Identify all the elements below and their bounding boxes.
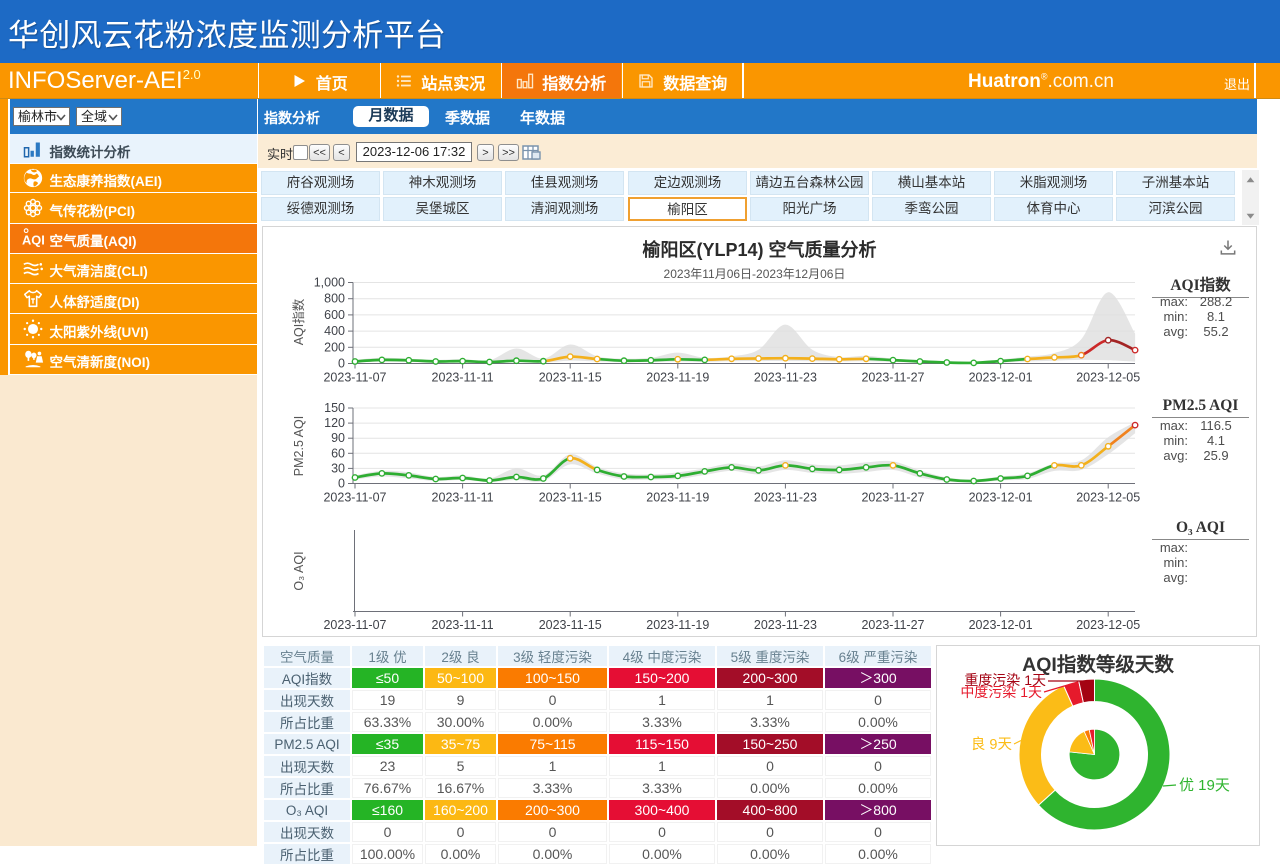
svg-text:AQI指数: AQI指数 (291, 298, 306, 345)
svg-text:200: 200 (324, 340, 345, 354)
svg-text:0: 0 (338, 357, 345, 371)
svg-text:2023-12-05: 2023-12-05 (1076, 371, 1140, 385)
svg-text:PM2.5 AQI: PM2.5 AQI (292, 416, 306, 476)
svg-text:O₃ AQI: O₃ AQI (292, 551, 306, 590)
svg-text:2023-11-23: 2023-11-23 (754, 491, 817, 505)
svg-text:2023-11-11: 2023-11-11 (432, 371, 494, 385)
svg-text:120: 120 (324, 416, 345, 430)
svg-text:良 9天: 良 9天 (971, 736, 1012, 753)
svg-text:1,000: 1,000 (314, 276, 345, 290)
svg-text:AQI: AQI (22, 233, 44, 248)
svg-text:800: 800 (324, 292, 345, 306)
svg-text:2023-12-05: 2023-12-05 (1076, 491, 1140, 505)
svg-text:2023-11-15: 2023-11-15 (539, 371, 602, 385)
svg-text:0: 0 (338, 477, 345, 491)
svg-text:2023-12-01: 2023-12-01 (969, 491, 1033, 505)
svg-text:2023-11-15: 2023-11-15 (539, 491, 602, 505)
svg-text:2023-11-11: 2023-11-11 (432, 618, 494, 632)
svg-text:中度污染 1天: 中度污染 1天 (960, 684, 1042, 700)
svg-text:2023-11-23: 2023-11-23 (754, 371, 817, 385)
svg-text:优 19天: 优 19天 (1179, 777, 1230, 794)
svg-text:2023-11-23: 2023-11-23 (754, 618, 817, 632)
svg-text:2023-11-27: 2023-11-27 (861, 618, 924, 632)
svg-text:2023-11-07: 2023-11-07 (323, 618, 386, 632)
svg-text:600: 600 (324, 308, 345, 322)
svg-text:2023-11-07: 2023-11-07 (323, 371, 386, 385)
svg-text:2023-12-01: 2023-12-01 (969, 618, 1033, 632)
svg-text:30: 30 (331, 461, 345, 475)
svg-text:2023-11-11: 2023-11-11 (432, 491, 494, 505)
svg-text:2023-11-15: 2023-11-15 (539, 618, 602, 632)
svg-text:150: 150 (324, 401, 345, 415)
svg-text:2023-11-27: 2023-11-27 (861, 371, 924, 385)
svg-text:2023-11-07: 2023-11-07 (323, 491, 386, 505)
svg-text:90: 90 (331, 431, 345, 445)
svg-text:2023-11-19: 2023-11-19 (646, 371, 709, 385)
svg-text:2023-12-05: 2023-12-05 (1076, 618, 1140, 632)
svg-text:60: 60 (331, 446, 345, 460)
svg-text:2023-11-19: 2023-11-19 (646, 618, 709, 632)
svg-text:2023-11-19: 2023-11-19 (646, 491, 709, 505)
svg-text:2023-11-27: 2023-11-27 (861, 491, 924, 505)
svg-text:400: 400 (324, 324, 345, 338)
svg-text:2023-12-01: 2023-12-01 (969, 371, 1033, 385)
